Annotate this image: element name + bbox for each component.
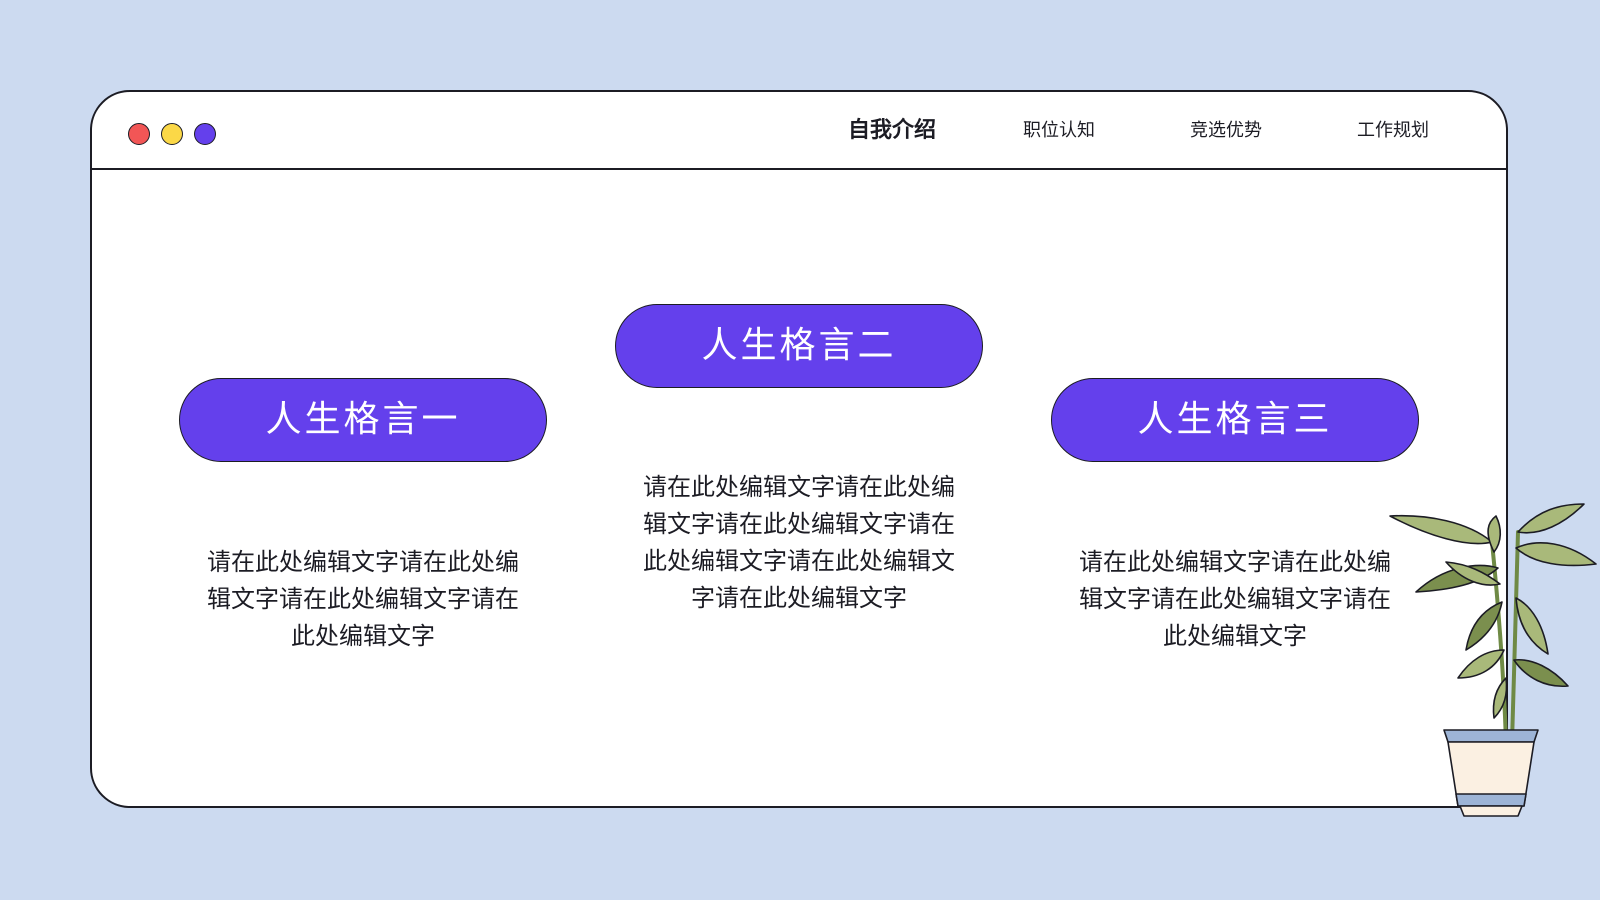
motto-text-2: 请在此处编辑文字请在此处编辑文字请在此处编辑文字请在此处编辑文字请在此处编辑文字… xyxy=(643,473,955,612)
window-close-dot[interactable] xyxy=(128,123,150,145)
window-minimize-dot[interactable] xyxy=(161,123,183,145)
potted-plant-icon xyxy=(1389,503,1597,817)
motto-text-1: 请在此处编辑文字请在此处编辑文字请在此处编辑文字请在此处编辑文字 xyxy=(207,548,519,650)
nav-tab-advantages[interactable]: 竞选优势 xyxy=(1190,92,1262,170)
motto-title-3: 人生格言三 xyxy=(1051,378,1419,462)
window-titlebar: 自我介绍 职位认知 竞选优势 工作规划 xyxy=(92,92,1506,170)
nav-tab-work-plan[interactable]: 工作规划 xyxy=(1357,92,1429,170)
window-maximize-dot[interactable] xyxy=(194,123,216,145)
browser-window: 自我介绍 职位认知 竞选优势 工作规划 人生格言一 人生格言二 人生格言三 请在… xyxy=(90,90,1508,808)
motto-title-2: 人生格言二 xyxy=(615,304,983,388)
motto-title-1: 人生格言一 xyxy=(179,378,547,462)
motto-text-3: 请在此处编辑文字请在此处编辑文字请在此处编辑文字请在此处编辑文字 xyxy=(1079,548,1391,650)
nav-tab-position[interactable]: 职位认知 xyxy=(1023,92,1095,170)
nav-tab-self-intro[interactable]: 自我介绍 xyxy=(848,92,936,170)
